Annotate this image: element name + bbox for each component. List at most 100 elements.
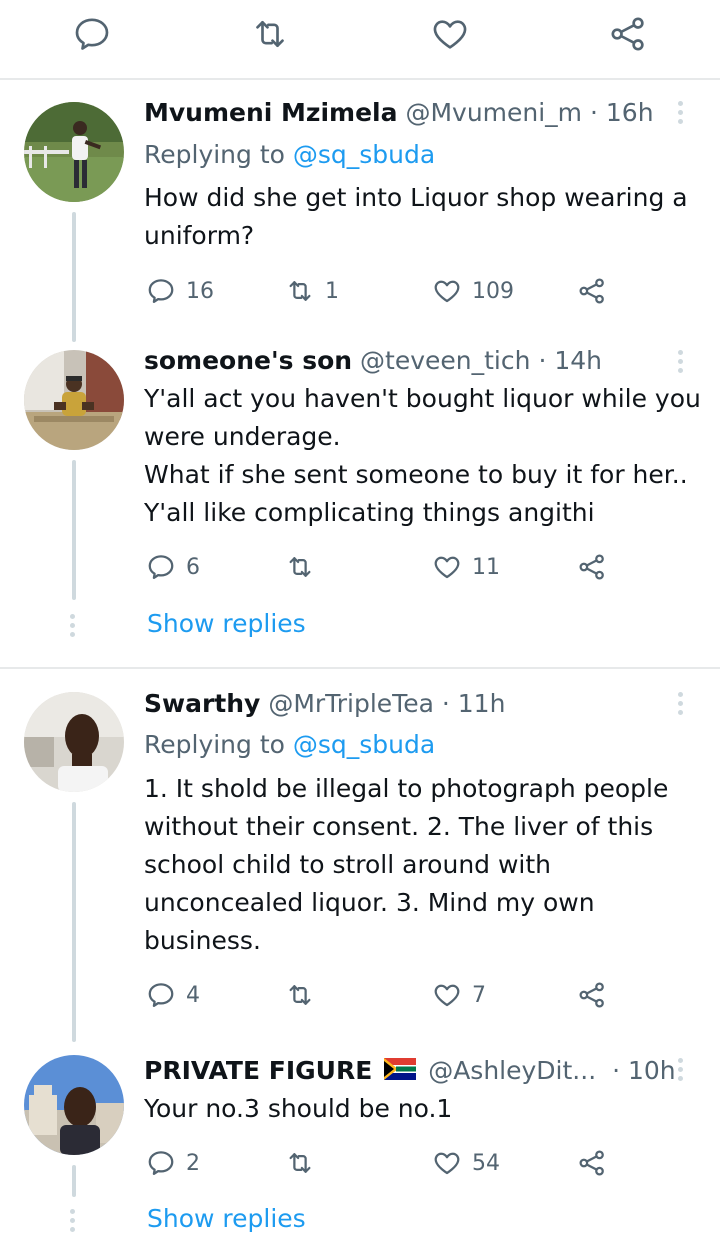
reply-button[interactable]: 4 (146, 980, 200, 1010)
text-line: Y'all act you haven't bought liquor whil… (144, 384, 701, 413)
share-icon (577, 1148, 607, 1178)
like-icon (432, 980, 462, 1010)
more-options-icon[interactable] (678, 101, 683, 128)
tweet-text: Your no.3 should be no.1 (144, 1090, 704, 1128)
text-line: What if she sent someone to buy it for h… (144, 460, 688, 489)
retweet-button[interactable] (285, 980, 315, 1010)
text-line: Your no.3 should be no.1 (144, 1094, 453, 1123)
show-replies-link[interactable]: Show replies (147, 609, 306, 638)
mention-link[interactable]: @sq_sbuda (293, 140, 435, 169)
retweet-button[interactable] (285, 1148, 315, 1178)
avatar[interactable] (24, 350, 124, 450)
avatar[interactable] (24, 102, 124, 202)
parent-tweet-actions (0, 0, 720, 78)
like-button[interactable]: 54 (432, 1148, 500, 1178)
retweet-count: 1 (325, 278, 339, 304)
share-button[interactable] (577, 276, 607, 306)
divider (0, 667, 720, 669)
reply-count: 16 (186, 278, 214, 304)
text-line: uniform? (144, 221, 255, 250)
like-icon (432, 276, 462, 306)
retweet-icon (285, 980, 315, 1010)
share-button[interactable] (577, 980, 607, 1010)
like-button[interactable]: 109 (432, 276, 514, 306)
text-line: 1. It shold be illegal to photograph peo… (144, 774, 669, 803)
reply-button[interactable]: 6 (146, 552, 200, 582)
retweet-button[interactable] (285, 552, 315, 582)
more-options-icon[interactable] (678, 1058, 683, 1085)
thread-line (72, 802, 76, 1042)
user-handle[interactable]: @teveen_tich (360, 346, 530, 375)
retweet-icon[interactable] (250, 14, 290, 54)
show-replies-link[interactable]: Show replies (147, 1204, 306, 1233)
tweet-header: Swarthy @MrTripleTea · 11h (144, 689, 505, 719)
share-icon (577, 552, 607, 582)
replying-to-label: Replying to (144, 730, 293, 759)
timestamp[interactable]: 16h (606, 98, 654, 127)
reply-button[interactable]: 16 (146, 276, 214, 306)
retweet-icon (285, 1148, 315, 1178)
mention-link[interactable]: @sq_sbuda (293, 730, 435, 759)
avatar[interactable] (24, 1055, 124, 1155)
text-line: How did she get into Liquor shop wearing… (144, 183, 688, 212)
replying-to-label: Replying to (144, 140, 293, 169)
tweet-text: Y'all act you haven't bought liquor whil… (144, 380, 704, 532)
reply-count: 6 (186, 554, 200, 580)
text-line: business. (144, 926, 261, 955)
separator: · (441, 689, 450, 718)
tweet-text: 1. It shold be illegal to photograph peo… (144, 770, 704, 960)
retweet-icon (285, 276, 315, 306)
divider (0, 78, 720, 80)
like-icon (432, 552, 462, 582)
like-button[interactable]: 11 (432, 552, 500, 582)
like-icon[interactable] (430, 14, 470, 54)
tweet-header: someone's son @teveen_tich · 14h (144, 346, 602, 376)
timestamp[interactable]: 14h (554, 346, 602, 375)
display-name[interactable]: PRIVATE FIGURE (144, 1056, 372, 1085)
share-button[interactable] (577, 1148, 607, 1178)
more-options-icon[interactable] (678, 692, 683, 719)
thread-line (72, 1165, 76, 1197)
share-icon (577, 276, 607, 306)
avatar[interactable] (24, 692, 124, 792)
like-count: 54 (472, 1150, 500, 1176)
tweet-header: PRIVATE FIGURE @AshleyDit... · 10h (144, 1056, 676, 1087)
reply-icon (146, 1148, 176, 1178)
display-name[interactable]: Mvumeni Mzimela (144, 98, 398, 127)
text-line: unconcealed liquor. 3. Mind my own (144, 888, 595, 917)
reply-count: 2 (186, 1150, 200, 1176)
reply-icon (146, 552, 176, 582)
text-line: without their consent. 2. The liver of t… (144, 812, 654, 841)
share-icon[interactable] (608, 14, 648, 54)
reply-icon (146, 980, 176, 1010)
user-handle[interactable]: @Mvumeni_m (405, 98, 582, 127)
separator: · (538, 346, 547, 375)
text-line: school child to stroll around with (144, 850, 552, 879)
like-count: 109 (472, 278, 514, 304)
south-africa-flag-icon (384, 1057, 417, 1087)
separator: · (590, 98, 598, 127)
like-count: 11 (472, 554, 500, 580)
thread-line (72, 460, 76, 600)
share-button[interactable] (577, 552, 607, 582)
like-button[interactable]: 7 (432, 980, 486, 1010)
timestamp[interactable]: 11h (458, 689, 506, 718)
thread-continuation (70, 614, 75, 641)
reply-count: 4 (186, 982, 200, 1008)
display-name[interactable]: Swarthy (144, 689, 260, 718)
timestamp[interactable]: 10h (628, 1056, 676, 1085)
reply-button[interactable]: 2 (146, 1148, 200, 1178)
thread-line (72, 212, 76, 342)
display-name[interactable]: someone's son (144, 346, 352, 375)
replying-to: Replying to @sq_sbuda (144, 730, 435, 760)
user-handle[interactable]: @MrTripleTea (268, 689, 434, 718)
text-line: Y'all like complicating things angithi (144, 498, 595, 527)
reply-icon (146, 276, 176, 306)
user-handle[interactable]: @AshleyDit... (428, 1056, 596, 1085)
text-line: were underage. (144, 422, 341, 451)
reply-icon[interactable] (72, 14, 112, 54)
separator: · (612, 1056, 621, 1085)
retweet-button[interactable]: 1 (285, 276, 339, 306)
replying-to: Replying to @sq_sbuda (144, 140, 435, 170)
more-options-icon[interactable] (678, 350, 683, 377)
